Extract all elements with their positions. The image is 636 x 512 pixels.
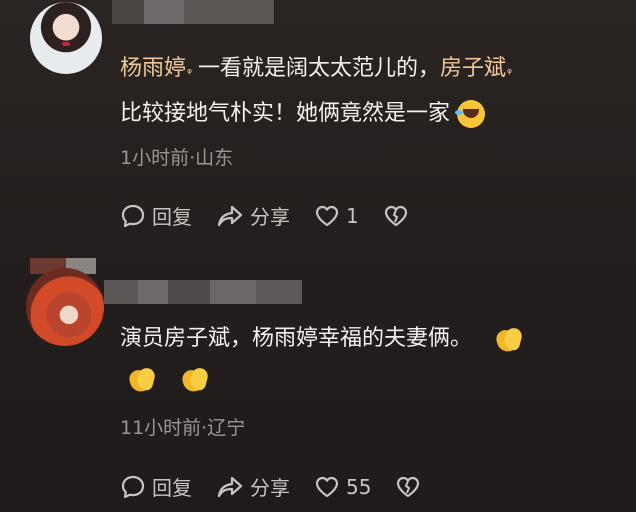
heart-icon: [315, 205, 339, 226]
comment-meta: 1小时前·山东: [120, 147, 234, 169]
blurred-username: [210, 280, 256, 304]
reply-button[interactable]: 回复: [120, 472, 192, 501]
comment-text: 一看就是阔太太范儿的，: [198, 56, 441, 81]
like-count: 1: [346, 203, 359, 228]
blurred-username: [138, 280, 168, 304]
share-label: 分享: [250, 476, 290, 500]
search-icon[interactable]: ᵩ: [507, 62, 512, 76]
blurred-username: [112, 0, 144, 24]
heart-icon: [315, 476, 339, 497]
dislike-button[interactable]: [395, 475, 427, 499]
comment-text: 演员房子斌，杨雨婷幸福的夫妻俩。: [120, 326, 473, 351]
broken-heart-icon: [397, 476, 420, 497]
blurred-username: [168, 280, 210, 304]
blurred-username: [256, 280, 302, 304]
comment-username[interactable]: 杨雨婷: [120, 56, 186, 81]
search-icon[interactable]: ᵩ: [187, 62, 192, 76]
clapping-hands-icon: [179, 364, 209, 394]
reply-label: 回复: [152, 205, 192, 229]
clapping-hands-icon: [493, 324, 523, 354]
share-arrow-icon: [217, 476, 243, 497]
share-label: 分享: [250, 205, 290, 229]
laughing-emoji-icon: [455, 100, 486, 128]
reply-button[interactable]: 回复: [120, 201, 192, 230]
share-button[interactable]: 分享: [216, 472, 290, 501]
blurred-username: [104, 280, 138, 304]
like-button[interactable]: 1: [314, 204, 359, 228]
share-button[interactable]: 分享: [216, 201, 290, 230]
comment-text-line2: [126, 364, 209, 394]
blurred-username: [184, 0, 274, 24]
reply-label: 回复: [152, 476, 192, 500]
comment-bubble-icon: [121, 204, 145, 227]
comment-text-line1: 演员房子斌，杨雨婷幸福的夫妻俩。: [120, 324, 523, 354]
clapping-hands-icon: [126, 364, 156, 394]
comment-bubble-icon: [121, 475, 145, 498]
comment-text-line1: 杨雨婷ᵩ 一看就是阔太太范儿的，房子斌ᵩ: [120, 55, 512, 83]
comment-actions: 回复 分享 1: [120, 201, 439, 230]
comment-actions: 回复 分享 55: [120, 472, 451, 501]
dislike-button[interactable]: [383, 204, 415, 228]
broken-heart-icon: [384, 205, 407, 226]
comment-meta: 11小时前·辽宁: [120, 417, 246, 439]
avatar[interactable]: [26, 268, 104, 346]
like-count: 55: [346, 474, 372, 499]
mention-link[interactable]: 房子斌: [440, 56, 506, 81]
blurred-username: [144, 0, 184, 24]
comment-text-line2: 比较接地气朴实！她俩竟然是一家: [120, 100, 486, 128]
avatar[interactable]: [30, 2, 102, 74]
like-button[interactable]: 55: [314, 475, 371, 499]
share-arrow-icon: [217, 205, 243, 226]
comment-text: 比较接地气朴实！她俩竟然是一家: [120, 101, 451, 126]
